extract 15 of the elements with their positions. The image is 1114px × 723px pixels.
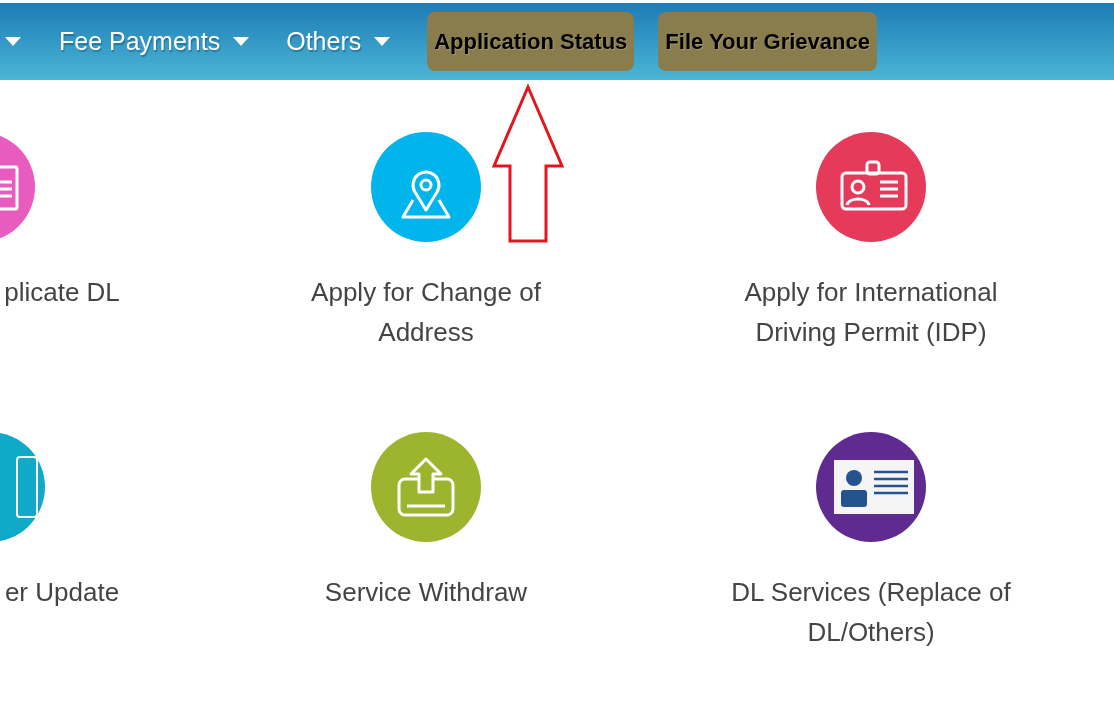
caret-icon: [233, 37, 250, 46]
id-badge-icon[interactable]: [816, 132, 926, 242]
service-label[interactable]: Apply for Change of Address: [286, 272, 566, 352]
caret-icon[interactable]: [5, 37, 21, 46]
service-label[interactable]: DL Services (Replace of DL/Others): [731, 572, 1011, 652]
service-label[interactable]: er Update: [4, 572, 120, 612]
nav-button[interactable]: File Your Grievance: [658, 12, 877, 71]
map-pin-icon[interactable]: [371, 132, 481, 242]
caret-icon: [374, 37, 391, 46]
id-card-icon[interactable]: [816, 432, 926, 542]
service-label[interactable]: plicate DL: [4, 272, 120, 312]
service-label[interactable]: Apply for International Driving Permit (IDP): [731, 272, 1011, 352]
nav-button[interactable]: Application Status: [427, 12, 635, 71]
upload-icon[interactable]: [371, 432, 481, 542]
service-label[interactable]: Service Withdraw: [324, 572, 528, 612]
